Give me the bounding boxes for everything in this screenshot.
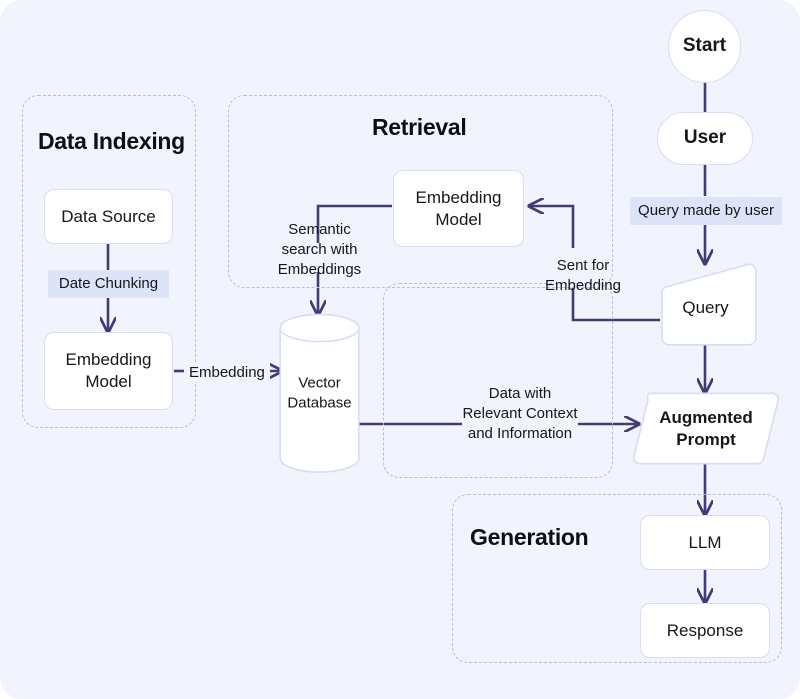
node-augmented-prompt-label: Augmented Prompt [659,407,753,449]
node-embedding-model-indexing-label: Embedding Model [65,350,152,391]
node-vector-database[interactable]: Vector Database [279,313,360,473]
edge-label-query-made-by-user: Query made by user [630,197,782,225]
node-start[interactable]: Start [668,10,741,83]
node-embedding-model-indexing[interactable]: Embedding Model [44,332,173,410]
node-user-label: User [683,127,727,149]
node-query[interactable]: Query [654,263,757,346]
node-query-label: Query [682,297,729,317]
group-retrieval-inner [383,283,613,478]
node-embedding-model-retrieval[interactable]: Embedding Model [393,170,524,247]
node-response[interactable]: Response [640,603,770,658]
node-augmented-prompt[interactable]: Augmented Prompt [632,392,780,465]
group-title-data-indexing: Data Indexing [38,128,185,154]
group-title-generation: Generation [470,524,589,550]
diagram-canvas: Data Indexing Retrieval Generation Data … [0,0,800,699]
node-vector-database-label: Vector Database [287,374,352,412]
group-title-retrieval: Retrieval [372,114,467,140]
edge-label-embedding: Embedding [184,362,270,384]
node-embedding-model-retrieval-label: Embedding Model [415,187,502,229]
node-data-source[interactable]: Data Source [44,189,173,244]
edge-label-data-with-context: Data with Relevant Context and Informati… [462,385,578,442]
node-start-label: Start [682,35,727,57]
edge-label-semantic-search: Semantic search with Embeddings [277,221,362,278]
edge-label-sent-for-embedding: Sent for Embedding [545,257,621,294]
node-response-label: Response [666,620,744,640]
node-llm[interactable]: LLM [640,515,770,570]
node-llm-label: LLM [688,532,722,552]
node-user[interactable]: User [657,112,753,165]
edge-label-date-chunking: Date Chunking [48,270,169,298]
node-data-source-label: Data Source [61,206,156,226]
